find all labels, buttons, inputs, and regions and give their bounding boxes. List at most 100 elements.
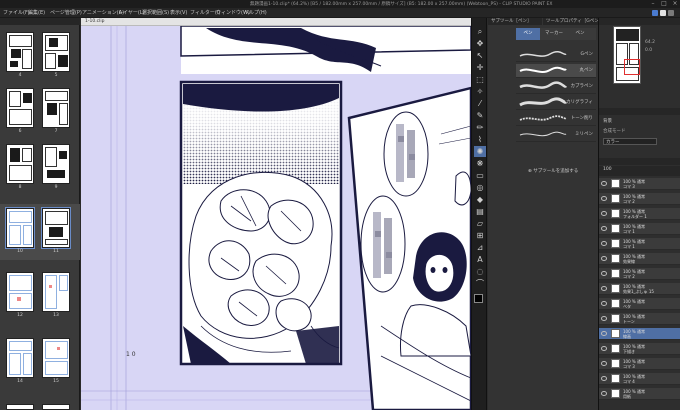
eyedropper-icon[interactable]: ⁄ <box>474 98 486 109</box>
menu-page[interactable]: ページ管理(P) <box>50 9 82 16</box>
layer-row[interactable]: 100 % 通常 コマ 1 <box>599 223 680 235</box>
blend-tool-icon[interactable]: ◎ <box>474 182 486 193</box>
tool-property-header[interactable]: ツールプロパティ［Gペン］ <box>543 18 598 25</box>
eraser-icon[interactable]: ▭ <box>474 170 486 181</box>
text-tool-icon[interactable]: A <box>474 254 486 265</box>
brush-item[interactable]: カブラペン <box>516 80 596 94</box>
navigator-preview[interactable] <box>613 26 641 84</box>
minimize-icon[interactable]: – <box>648 0 658 8</box>
page-thumbnail[interactable] <box>6 88 34 128</box>
decoration-icon[interactable]: ❋ <box>474 158 486 169</box>
fill-tool-icon[interactable]: ◆ <box>474 194 486 205</box>
brush-item[interactable]: トーン削り <box>516 112 596 126</box>
line-correction-icon[interactable]: ⌒ <box>474 278 486 289</box>
layer-row[interactable]: 100 % 通常 線画 <box>599 328 680 340</box>
brush-tool-icon[interactable]: ⌇ <box>474 134 486 145</box>
page-thumbnail[interactable] <box>42 272 70 312</box>
brush-item[interactable]: Gペン <box>516 48 596 62</box>
brush-item[interactable]: カリグラフィ <box>516 96 596 110</box>
operation-tool-icon[interactable]: ↖ <box>474 50 486 61</box>
page-thumbnail[interactable] <box>6 144 34 184</box>
eye-icon[interactable] <box>601 196 607 201</box>
menu-layer[interactable]: レイヤー(L) <box>118 9 145 16</box>
layer-row[interactable]: 100 % 通常 コマ 3 <box>599 178 680 190</box>
eye-icon[interactable] <box>601 271 607 276</box>
layer-row[interactable]: 100 % 通常 ベタ <box>599 298 680 310</box>
eye-icon[interactable] <box>601 181 607 186</box>
balloon-tool-icon[interactable]: ◌ <box>474 266 486 277</box>
page-thumbnail[interactable] <box>6 404 34 410</box>
page-thumbnail[interactable] <box>42 88 70 128</box>
eye-icon[interactable] <box>601 286 607 291</box>
layer-row[interactable]: 100 % 通常 効果1_ぷしゅ 15 <box>599 283 680 295</box>
page-thumbnail[interactable] <box>42 32 70 72</box>
eye-icon[interactable] <box>601 226 607 231</box>
menu-file[interactable]: ファイル(F) <box>3 9 30 16</box>
figure-tool-icon[interactable]: ▱ <box>474 218 486 229</box>
layer-row[interactable]: 100 % 通常 下描き <box>599 343 680 355</box>
frame-border-icon[interactable]: ⊞ <box>474 230 486 241</box>
main-color-swatch[interactable] <box>652 10 658 16</box>
layer-name: 100 % 通常 コマ 2 <box>623 193 645 205</box>
tab-pen[interactable]: ペン <box>516 28 540 40</box>
tab-marker[interactable]: マーカー <box>542 28 566 40</box>
transparent-color-swatch[interactable] <box>668 10 674 16</box>
eye-icon[interactable] <box>601 241 607 246</box>
page-thumbnail[interactable] <box>6 32 34 72</box>
layer-row[interactable]: 100 % 通常 トーン <box>599 313 680 325</box>
ruler-tool-icon[interactable]: ⊿ <box>474 242 486 253</box>
layer-thumbnail <box>611 314 620 323</box>
layer-row[interactable]: 100 % 通常 コマ 2 <box>599 268 680 280</box>
move-layer-icon[interactable]: ✛ <box>474 62 486 73</box>
eye-icon[interactable] <box>601 346 607 351</box>
menu-selection[interactable]: 選択範囲(S) <box>142 9 169 16</box>
layer-row[interactable]: 100 % 通常 効果線 <box>599 253 680 265</box>
sub-color-swatch[interactable] <box>660 10 666 16</box>
zoom-tool-icon[interactable]: ⌕ <box>474 26 486 37</box>
canvas-tab[interactable]: 1-10.clip <box>81 18 471 26</box>
close-icon[interactable]: × <box>670 0 680 8</box>
menu-view[interactable]: 表示(V) <box>170 9 187 16</box>
layer-row[interactable]: 100 % 通常 コマ 3 <box>599 358 680 370</box>
page-thumbnail-current[interactable] <box>41 207 71 249</box>
maximize-icon[interactable]: □ <box>659 0 669 8</box>
eye-icon[interactable] <box>601 361 607 366</box>
layer-row[interactable]: 100 % 通常 コマ 1 <box>599 238 680 250</box>
page-thumbnail[interactable] <box>42 144 70 184</box>
auto-select-icon[interactable]: ✧ <box>474 86 486 97</box>
page-thumbnail[interactable] <box>6 272 34 312</box>
airbrush-icon[interactable]: ✺ <box>474 146 486 157</box>
layer-row[interactable]: 100 % 通常 フォルダー 1 <box>599 208 680 220</box>
tab-pen-2[interactable]: ペン <box>568 28 592 40</box>
eye-icon[interactable] <box>601 331 607 336</box>
canvas-area[interactable]: 1-10.clip 1 0 <box>81 18 471 410</box>
eye-icon[interactable] <box>601 256 607 261</box>
menu-edit[interactable]: 編集(E) <box>28 9 45 16</box>
eye-icon[interactable] <box>601 211 607 216</box>
layer-row[interactable]: 100 % 通常 コマ 2 <box>599 193 680 205</box>
page-thumbnail[interactable] <box>42 338 70 378</box>
menu-help[interactable]: ヘルプ(H) <box>244 9 267 16</box>
page-thumbnail[interactable] <box>42 404 70 410</box>
brush-item[interactable]: ミリペン <box>516 128 596 142</box>
layer-row[interactable]: 100 % 通常 コマ 4 <box>599 373 680 385</box>
main-color-chip[interactable] <box>474 294 483 303</box>
move-tool-icon[interactable]: ✥ <box>474 38 486 49</box>
add-subtool-button[interactable]: ⊕ サブツールを追加する <box>528 168 578 174</box>
gradient-icon[interactable]: ▤ <box>474 206 486 217</box>
pencil-tool-icon[interactable]: ✏ <box>474 122 486 133</box>
pen-tool-icon[interactable]: ✎ <box>474 110 486 121</box>
page-thumbnail-current[interactable] <box>5 207 35 249</box>
color-dropdown[interactable]: カラー <box>603 138 657 145</box>
eye-icon[interactable] <box>601 391 607 396</box>
page-thumbnail[interactable] <box>6 338 34 378</box>
selection-tool-icon[interactable]: ⬚ <box>474 74 486 85</box>
brush-item-selected[interactable]: 丸ペン <box>516 64 596 78</box>
title-bar: 無題漫画1-10.clip* (64.2%) [B5 / 182.00mm x … <box>0 0 680 8</box>
eye-icon[interactable] <box>601 376 607 381</box>
subtool-header[interactable]: サブツール［ペン］ <box>488 18 542 25</box>
eye-icon[interactable] <box>601 316 607 321</box>
eye-icon[interactable] <box>601 301 607 306</box>
layer-row[interactable]: 100 % 通常 用紙 <box>599 388 680 400</box>
page-number: 12 <box>17 313 23 318</box>
